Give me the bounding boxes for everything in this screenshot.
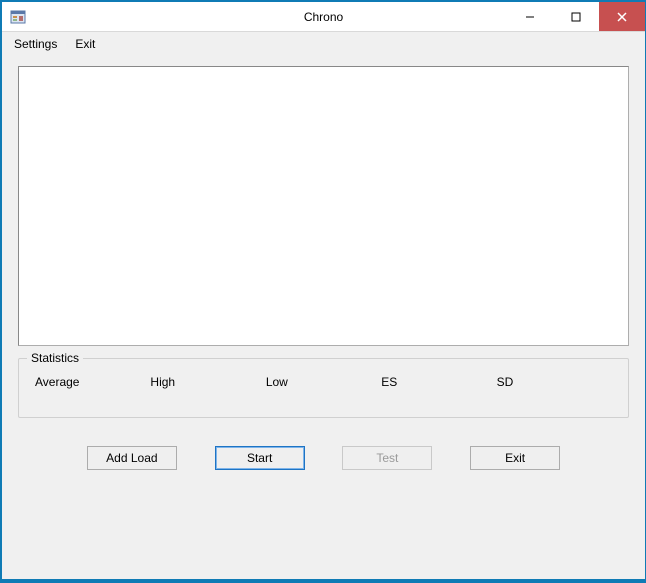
app-icon	[10, 9, 26, 25]
maximize-icon	[571, 12, 581, 22]
menubar: Settings Exit	[2, 32, 645, 56]
statistics-group: Statistics Average High Low ES SD	[18, 358, 629, 418]
stat-es-label: ES	[381, 375, 496, 389]
window-frame: Chrono Settings Exit Statistics Ave	[0, 0, 646, 583]
minimize-icon	[525, 12, 535, 22]
titlebar: Chrono	[2, 2, 645, 32]
statistics-row: Average High Low ES SD	[35, 369, 612, 389]
main-textarea[interactable]	[18, 66, 629, 346]
statistics-legend: Statistics	[27, 351, 83, 365]
minimize-button[interactable]	[507, 2, 553, 31]
window-controls	[507, 2, 645, 31]
menu-settings[interactable]: Settings	[14, 37, 57, 51]
close-button[interactable]	[599, 2, 645, 31]
window-title: Chrono	[304, 10, 343, 24]
close-icon	[617, 12, 627, 22]
add-load-button[interactable]: Add Load	[87, 446, 177, 470]
client-area: Statistics Average High Low ES SD Add Lo…	[2, 56, 645, 579]
stat-average-label: Average	[35, 375, 150, 389]
stat-high-label: High	[150, 375, 265, 389]
test-button[interactable]: Test	[342, 446, 432, 470]
stat-low-label: Low	[266, 375, 381, 389]
exit-button[interactable]: Exit	[470, 446, 560, 470]
menu-exit[interactable]: Exit	[75, 37, 95, 51]
button-row: Add Load Start Test Exit	[18, 446, 629, 470]
stat-sd-label: SD	[497, 375, 612, 389]
maximize-button[interactable]	[553, 2, 599, 31]
start-button[interactable]: Start	[215, 446, 305, 470]
